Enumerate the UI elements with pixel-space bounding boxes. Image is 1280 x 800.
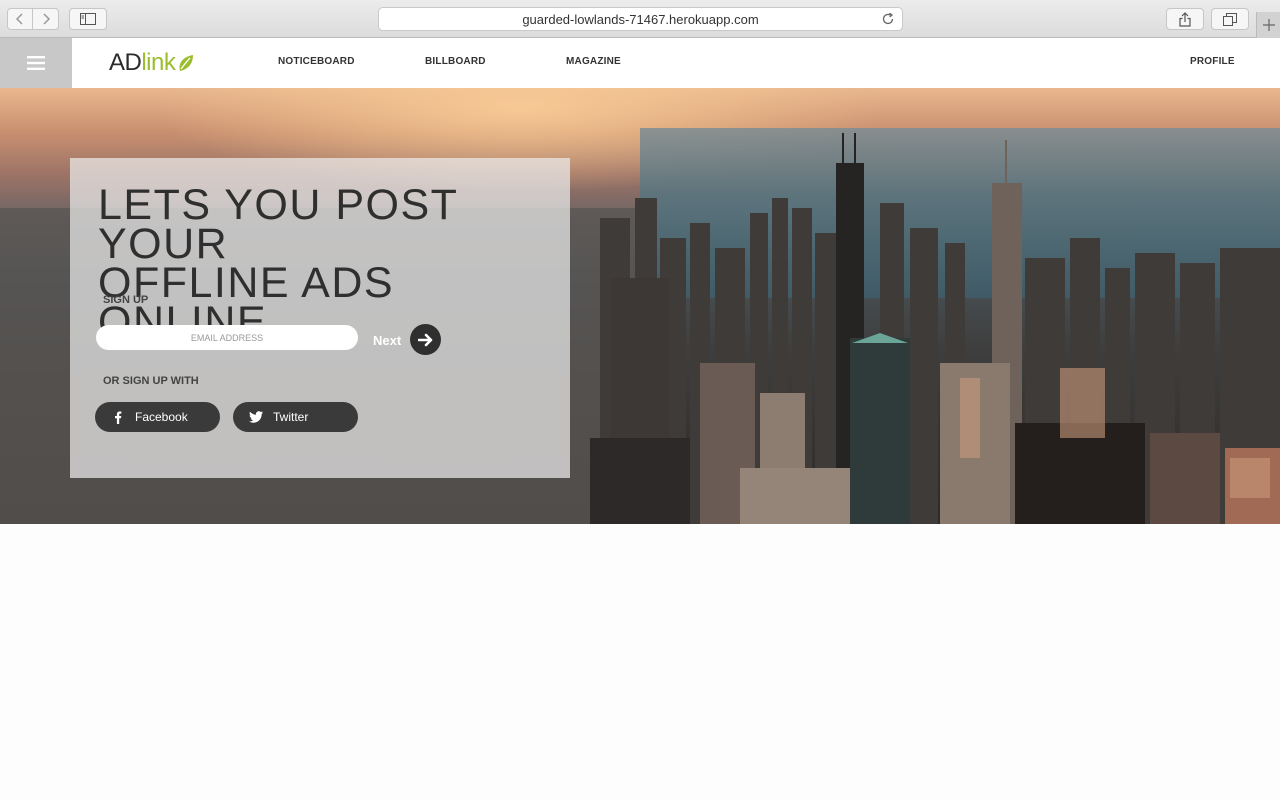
menu-button[interactable]	[0, 38, 72, 88]
facebook-icon	[111, 410, 125, 424]
address-bar[interactable]: guarded-lowlands-71467.herokuapp.com	[378, 7, 903, 31]
next-label[interactable]: Next	[373, 333, 401, 348]
back-button[interactable]	[7, 8, 33, 30]
twitter-signup-button[interactable]: Twitter	[233, 402, 358, 432]
share-icon	[1179, 11, 1191, 27]
browser-toolbar: guarded-lowlands-71467.herokuapp.com	[0, 0, 1280, 38]
arrow-right-icon	[417, 333, 432, 346]
nav-profile[interactable]: PROFILE	[1190, 56, 1235, 67]
tabs-button[interactable]	[1211, 8, 1249, 30]
nav-noticeboard[interactable]: NOTICEBOARD	[278, 56, 355, 67]
site-header: AD link NOTICEBOARD BILLBOARD MAGAZINE PR…	[0, 38, 1280, 88]
logo-text-ad: AD	[109, 49, 142, 76]
sidebar-icon	[80, 13, 96, 25]
logo[interactable]: AD link	[109, 49, 195, 76]
email-input[interactable]	[96, 325, 358, 350]
share-button[interactable]	[1166, 8, 1204, 30]
url-text: guarded-lowlands-71467.herokuapp.com	[522, 11, 759, 27]
forward-icon	[42, 13, 50, 25]
new-tab-button[interactable]	[1256, 12, 1280, 38]
hamburger-icon	[27, 56, 45, 70]
twitter-icon	[249, 410, 263, 424]
back-icon	[15, 13, 23, 25]
reload-icon[interactable]	[881, 12, 895, 26]
tabs-icon	[1223, 12, 1237, 26]
facebook-label: Facebook	[135, 410, 188, 424]
page-body-empty	[0, 524, 1280, 800]
headline-line-1: LETS YOU POST YOUR	[98, 181, 458, 268]
signup-panel: LETS YOU POST YOUR OFFLINE ADS ONLINE SI…	[70, 158, 570, 478]
facebook-signup-button[interactable]: Facebook	[95, 402, 220, 432]
leaf-icon	[179, 55, 194, 71]
next-button[interactable]	[410, 324, 441, 355]
plus-icon	[1262, 19, 1275, 31]
or-signup-label: OR SIGN UP WITH	[103, 375, 199, 387]
forward-button[interactable]	[33, 8, 59, 30]
hero-banner: LETS YOU POST YOUR OFFLINE ADS ONLINE SI…	[0, 88, 1280, 524]
hero-headline: LETS YOU POST YOUR OFFLINE ADS ONLINE	[98, 181, 558, 344]
signup-label: SIGN UP	[103, 294, 149, 306]
sidebar-button[interactable]	[69, 8, 107, 30]
nav-billboard[interactable]: BILLBOARD	[425, 56, 486, 67]
twitter-label: Twitter	[273, 410, 309, 424]
logo-text-link: link	[141, 49, 176, 76]
nav-magazine[interactable]: MAGAZINE	[566, 56, 621, 67]
